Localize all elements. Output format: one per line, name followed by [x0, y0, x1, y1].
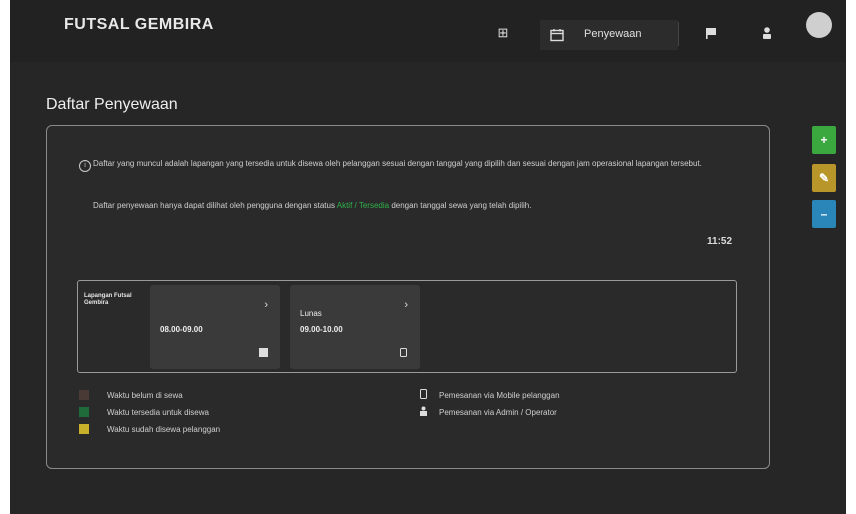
- calendar-icon: [550, 29, 564, 42]
- edit-button[interactable]: ✎: [812, 164, 836, 192]
- legend-label: Pemesanan via Admin / Operator: [439, 408, 557, 417]
- minus-icon: –: [820, 207, 828, 221]
- schedule-panel: Lapangan Futsal Gembira › 08.00-09.00 Lu…: [77, 280, 737, 373]
- rental-list-card: i Daftar yang muncul adalah lapangan yan…: [46, 125, 770, 469]
- top-navbar: FUTSAL GEMBIRA ⊞ Penyewaan: [10, 0, 846, 62]
- brand-logo[interactable]: FUTSAL GEMBIRA: [64, 16, 214, 34]
- status-highlight: Aktif / Tersedia: [336, 201, 390, 210]
- legend-label: Waktu sudah disewa pelanggan: [107, 425, 221, 434]
- info-text-secondary: Daftar penyewaan hanya dapat dilihat ole…: [93, 200, 741, 212]
- legend-swatch: [79, 424, 89, 434]
- slot-time: 08.00-09.00: [160, 325, 203, 334]
- plus-icon: +: [820, 133, 828, 147]
- mobile-icon: [400, 348, 407, 357]
- chevron-right-icon: ›: [404, 299, 408, 311]
- legend-swatch: [79, 390, 89, 400]
- legend-label: Waktu tersedia untuk disewa: [107, 408, 209, 417]
- slot-time: 09.00-10.00: [300, 325, 343, 334]
- nav-divider: [678, 22, 679, 46]
- info-text: Daftar yang muncul adalah lapangan yang …: [93, 159, 702, 168]
- tab-penyewaan-label: Penyewaan: [584, 28, 642, 40]
- admin-icon: [420, 406, 427, 416]
- delete-button[interactable]: –: [812, 200, 836, 228]
- admin-icon: [259, 348, 268, 357]
- time-slot[interactable]: Lunas › 09.00-10.00: [290, 285, 420, 369]
- avatar[interactable]: [806, 12, 832, 38]
- legend-label: Waktu belum di sewa: [107, 391, 183, 400]
- mobile-icon: [420, 389, 427, 399]
- add-button[interactable]: +: [812, 126, 836, 154]
- info-text-part-a: Daftar penyewaan hanya dapat dilihat ole…: [93, 201, 335, 210]
- legend-swatch: [79, 407, 89, 417]
- slot-status: Lunas: [300, 309, 322, 318]
- page-title: Daftar Penyewaan: [46, 96, 178, 113]
- current-time: 11:52: [707, 236, 733, 247]
- info-icon: i: [79, 160, 91, 172]
- time-slot[interactable]: › 08.00-09.00: [150, 285, 280, 369]
- app-window: FUTSAL GEMBIRA ⊞ Penyewaan Daftar Penyew…: [10, 0, 846, 514]
- legend-label: Pemesanan via Mobile pelanggan: [439, 391, 560, 400]
- edit-icon: ✎: [818, 171, 830, 185]
- user-icon[interactable]: [760, 26, 774, 40]
- grid-icon[interactable]: ⊞: [496, 26, 510, 40]
- tab-penyewaan[interactable]: Penyewaan: [540, 20, 678, 50]
- court-label: Lapangan Futsal Gembira: [84, 293, 132, 306]
- info-text-part-b: dengan tanggal sewa yang telah dipilih.: [391, 201, 532, 210]
- chevron-right-icon: ›: [264, 299, 268, 311]
- flag-icon[interactable]: [704, 26, 718, 40]
